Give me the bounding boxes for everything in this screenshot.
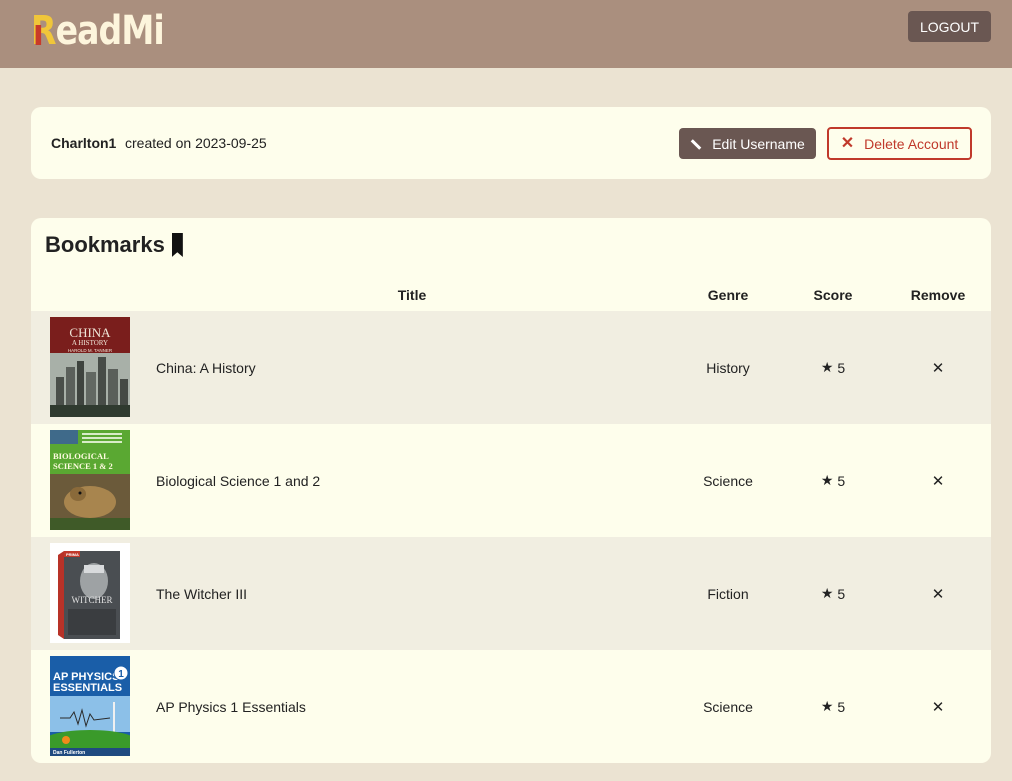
- score-value: 5: [837, 472, 846, 489]
- book-score: ★ 5: [783, 537, 883, 650]
- book-score: ★ 5: [783, 424, 883, 537]
- column-header-score: Score: [813, 287, 853, 303]
- score-value: 5: [837, 698, 846, 715]
- book-title[interactable]: The Witcher III: [156, 537, 247, 650]
- book-genre: Science: [703, 472, 753, 489]
- pencil-icon: [690, 138, 702, 150]
- table-row[interactable]: AP PHYSICS ESSENTIALS 1 Dan Fullerton AP…: [31, 650, 991, 763]
- book-title[interactable]: Biological Science 1 and 2: [156, 424, 320, 537]
- column-header-genre: Genre: [707, 287, 749, 303]
- delete-account-label: Delete Account: [864, 135, 959, 152]
- cover-line2: SCIENCE 1 & 2: [53, 461, 113, 471]
- book-cover-biological-science[interactable]: BIOLOGICAL SCIENCE 1 & 2: [50, 430, 130, 530]
- book-title[interactable]: China: A History: [156, 311, 256, 424]
- cover-line2: ESSENTIALS: [53, 682, 122, 694]
- book-genre: History: [706, 359, 750, 376]
- edit-username-button[interactable]: Edit Username: [679, 128, 816, 159]
- table-row[interactable]: CHINA A HISTORY HAROLD M. TANNER China: …: [31, 311, 991, 424]
- remove-bookmark-button[interactable]: ✕: [932, 698, 945, 716]
- remove-cell: ✕: [888, 424, 988, 537]
- table-row[interactable]: BIOLOGICAL SCIENCE 1 & 2 Biological Scie…: [31, 424, 991, 537]
- bookmarks-card: Bookmarks Title Genre Score Remove CHINA…: [31, 218, 991, 763]
- book-cover-ap-physics[interactable]: AP PHYSICS ESSENTIALS 1 Dan Fullerton: [50, 656, 130, 756]
- delete-account-button[interactable]: ✕ Delete Account: [827, 127, 972, 160]
- created-date: 2023-09-25: [195, 135, 267, 151]
- book-score: ★ 5: [783, 311, 883, 424]
- remove-cell: ✕: [888, 311, 988, 424]
- cover-line1: BIOLOGICAL: [53, 451, 109, 461]
- book-title[interactable]: AP Physics 1 Essentials: [156, 650, 306, 763]
- logout-button[interactable]: LOGOUT: [908, 11, 991, 42]
- remove-bookmark-button[interactable]: ✕: [932, 472, 945, 490]
- remove-bookmark-button[interactable]: ✕: [932, 359, 945, 377]
- star-icon: ★: [820, 472, 834, 488]
- cover-publisher: PRIMA: [66, 552, 79, 557]
- book-genre: Science: [703, 698, 753, 715]
- readmi-logo[interactable]: ReadMi: [31, 8, 165, 54]
- user-info-card: Charlton1 created on 2023-09-25 Edit Use…: [31, 107, 991, 179]
- star-icon: ★: [820, 585, 834, 601]
- cover-author: HAROLD M. TANNER: [68, 348, 113, 353]
- remove-bookmark-button[interactable]: ✕: [932, 585, 945, 603]
- app-header: ReadMi LOGOUT: [0, 0, 1012, 68]
- remove-cell: ✕: [888, 537, 988, 650]
- cover-line1: CHINA: [69, 325, 111, 340]
- close-icon: ✕: [840, 134, 855, 152]
- bookmarks-heading: Bookmarks: [45, 232, 183, 258]
- cover-number: 1: [118, 669, 124, 680]
- edit-username-label: Edit Username: [712, 135, 805, 152]
- score-value: 5: [837, 585, 846, 602]
- book-genre: Fiction: [707, 585, 749, 602]
- star-icon: ★: [820, 359, 834, 375]
- table-row[interactable]: PRIMA WITCHER The Witcher III Fiction ★ …: [31, 537, 991, 650]
- bookmark-icon: [171, 233, 183, 257]
- cover-author: Dan Fullerton: [53, 750, 85, 756]
- book-cover-china[interactable]: CHINA A HISTORY HAROLD M. TANNER: [50, 317, 130, 417]
- cover-line2: A HISTORY: [72, 339, 108, 347]
- bookmarks-heading-text: Bookmarks: [45, 232, 165, 257]
- book-cover-witcher[interactable]: PRIMA WITCHER: [50, 543, 130, 643]
- column-header-remove: Remove: [910, 287, 966, 303]
- created-prefix: created on: [125, 135, 192, 151]
- column-header-title: Title: [397, 287, 427, 303]
- star-icon: ★: [820, 698, 834, 714]
- cover-line1: WITCHER: [72, 595, 113, 605]
- book-score: ★ 5: [783, 650, 883, 763]
- score-value: 5: [837, 359, 846, 376]
- remove-cell: ✕: [888, 650, 988, 763]
- username: Charlton1: [51, 135, 117, 151]
- created-date-text: created on 2023-09-25: [125, 135, 267, 151]
